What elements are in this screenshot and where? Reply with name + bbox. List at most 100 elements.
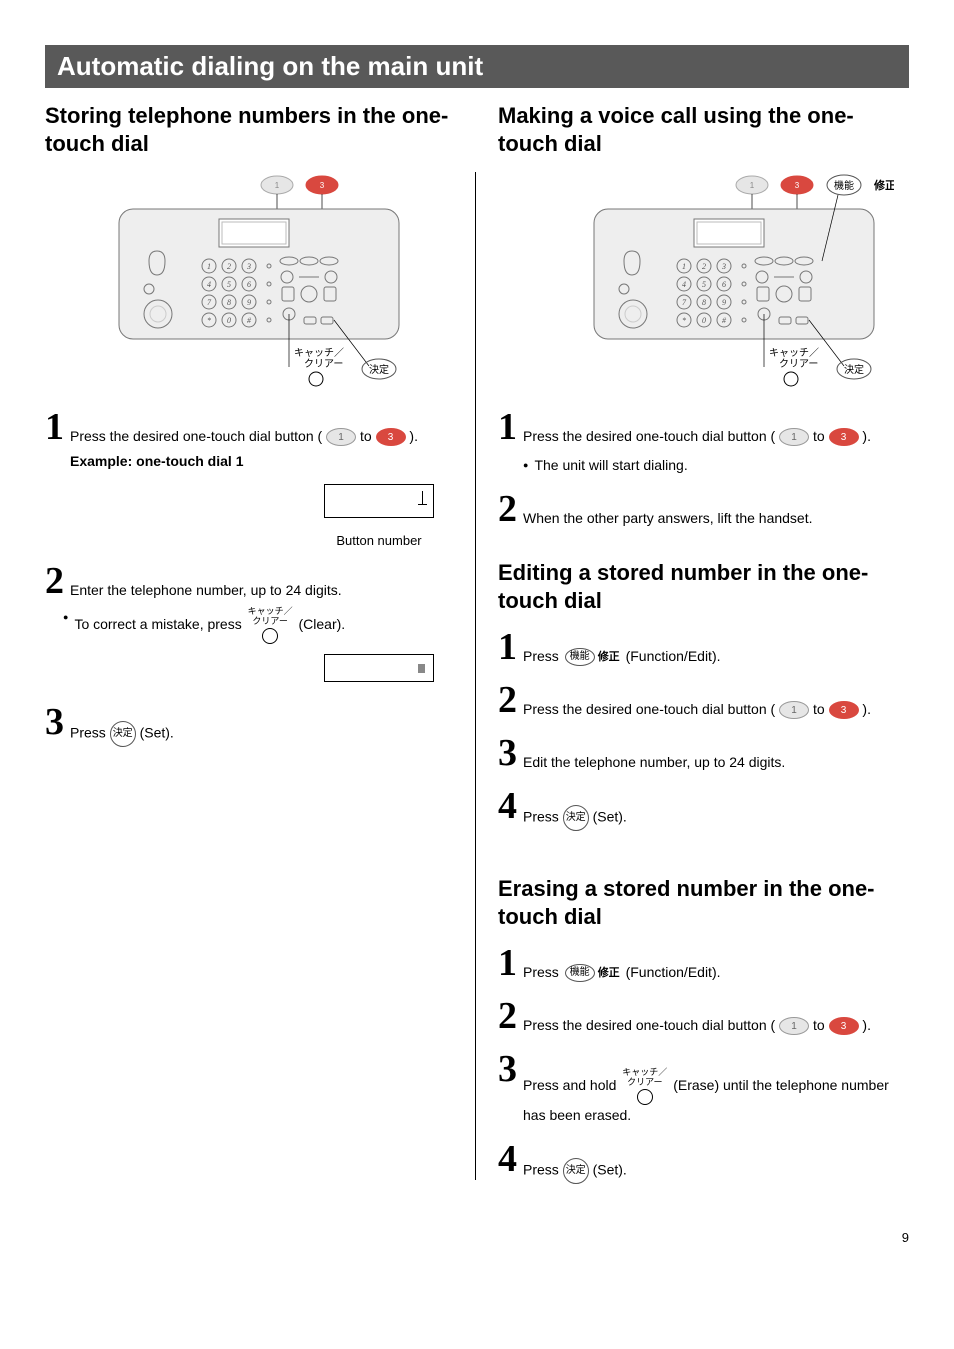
clear-button-icon: キャッチ／クリアー [248, 607, 293, 644]
left-step-2: 2 Enter the telephone number, up to 24 d… [45, 562, 453, 601]
svg-text:9: 9 [722, 298, 726, 307]
otd-1-icon: 1 [779, 1017, 809, 1035]
otd-3-icon: 3 [376, 428, 406, 446]
svg-text:5: 5 [227, 280, 231, 289]
right-column: Making a voice call using the one-touch … [476, 102, 909, 1190]
svg-text:1: 1 [275, 181, 280, 190]
svg-text:決定: 決定 [369, 363, 389, 376]
svg-text:キャッチ／: キャッチ／ [769, 347, 819, 359]
erasing-step1-press: Press [523, 964, 559, 980]
set-label: (Set). [593, 1161, 627, 1177]
editing-step4-press: Press [523, 809, 559, 825]
display-illustration-1: Button number [305, 478, 453, 548]
left-step2-text: Enter the telephone number, up to 24 dig… [70, 562, 453, 601]
erasing-step-3: 3 Press and hold キャッチ／クリアー (Erase) until… [498, 1050, 909, 1126]
left-column: Storing telephone numbers in the one-tou… [45, 102, 475, 1190]
to-label: to [360, 428, 372, 444]
left-step3-press: Press [70, 724, 106, 740]
making-step2-text: When the other party answers, lift the h… [523, 490, 909, 529]
editing-step-4: 4 Press 決定 (Set). [498, 787, 909, 831]
editing-title: Editing a stored number in the one-touch… [498, 559, 909, 614]
svg-text:クリアー: クリアー [304, 358, 343, 370]
svg-text:機能: 機能 [834, 179, 854, 192]
step-number-3: 3 [498, 1050, 517, 1088]
step-number-4: 4 [498, 1140, 517, 1178]
erasing-step3-press: Press and hold [523, 1077, 616, 1093]
function-edit-icon: 機能 修正 [827, 175, 894, 195]
unit-illustration-right: 1 3 機能 修正 [498, 169, 909, 394]
svg-text:*: * [682, 316, 686, 325]
erasing-step-1: 1 Press 機能修正 (Function/Edit). [498, 944, 909, 983]
step-number-2: 2 [45, 562, 64, 600]
set-label: (Set). [140, 724, 174, 740]
svg-text:8: 8 [227, 298, 231, 307]
correct-mistake-bullet: To correct a mistake, press キャッチ／クリアー (C… [63, 607, 453, 644]
making-step1-text: Press the desired one-touch dial button … [523, 428, 775, 444]
svg-text:6: 6 [722, 280, 726, 289]
step-number-4: 4 [498, 787, 517, 825]
editing-step2-close: ). [862, 701, 871, 717]
erasing-step4-press: Press [523, 1161, 559, 1177]
svg-text:3: 3 [246, 262, 251, 271]
svg-text:1: 1 [749, 181, 754, 190]
content-columns: Storing telephone numbers in the one-tou… [45, 102, 909, 1190]
left-step-1: 1 Press the desired one-touch dial butto… [45, 408, 453, 472]
editing-step-3: 3 Edit the telephone number, up to 24 di… [498, 734, 909, 773]
function-edit-label: (Function/Edit). [626, 648, 721, 664]
svg-text:0: 0 [227, 316, 231, 325]
step-number-1: 1 [498, 628, 517, 666]
set-button-icon: 決定 [563, 805, 589, 831]
otd-1-icon: 1 [779, 701, 809, 719]
svg-text:1: 1 [207, 262, 211, 271]
erasing-step-4: 4 Press 決定 (Set). [498, 1140, 909, 1184]
function-edit-button-icon: 機能修正 [565, 964, 620, 982]
svg-text:0: 0 [702, 316, 706, 325]
svg-text:4: 4 [682, 280, 686, 289]
step-number-1: 1 [45, 408, 64, 446]
svg-text:8: 8 [702, 298, 706, 307]
making-bullet: The unit will start dialing. [534, 455, 687, 476]
svg-text:3: 3 [320, 181, 325, 190]
otd-3-icon: 3 [829, 428, 859, 446]
left-title: Storing telephone numbers in the one-tou… [45, 102, 453, 157]
step-number-3: 3 [498, 734, 517, 772]
page-header: Automatic dialing on the main unit [45, 45, 909, 88]
left-step1-close: ). [409, 428, 418, 444]
svg-text:1: 1 [682, 262, 686, 271]
function-edit-button-icon: 機能修正 [565, 648, 620, 666]
editing-step2-text: Press the desired one-touch dial button … [523, 701, 775, 717]
to-label: to [813, 428, 825, 444]
unit-illustration-left: 1 3 1 [45, 169, 453, 394]
erasing-step2-close: ). [862, 1017, 871, 1033]
svg-text:2: 2 [227, 262, 231, 271]
svg-text:2: 2 [702, 262, 706, 271]
svg-text:4: 4 [207, 280, 211, 289]
otd-1-icon: 1 [779, 428, 809, 446]
otd-1-icon: 1 [326, 428, 356, 446]
erasing-step2-text: Press the desired one-touch dial button … [523, 1017, 775, 1033]
correct-text: To correct a mistake, press [74, 616, 241, 632]
step-number-2: 2 [498, 681, 517, 719]
making-step1-close: ). [862, 428, 871, 444]
set-button-icon: 決定 [563, 1158, 589, 1184]
step-number-3: 3 [45, 703, 64, 741]
button-number-caption: Button number [305, 533, 453, 548]
example-label: Example: one-touch dial 1 [70, 453, 243, 469]
step-number-2: 2 [498, 490, 517, 528]
clear-label: (Clear). [299, 616, 346, 632]
editing-step3-text: Edit the telephone number, up to 24 digi… [523, 734, 909, 773]
making-title: Making a voice call using the one-touch … [498, 102, 909, 157]
display-illustration-2 [305, 648, 453, 689]
svg-text:3: 3 [721, 262, 726, 271]
left-step1-text: Press the desired one-touch dial button … [70, 428, 322, 444]
clear-erase-button-icon: キャッチ／クリアー [622, 1068, 667, 1105]
svg-text:クリアー: クリアー [779, 358, 818, 370]
erasing-step-2: 2 Press the desired one-touch dial butto… [498, 997, 909, 1036]
editing-step-2: 2 Press the desired one-touch dial butto… [498, 681, 909, 720]
svg-text:3: 3 [794, 181, 799, 190]
step-number-1: 1 [498, 944, 517, 982]
page-number: 9 [45, 1230, 909, 1245]
step-number-1: 1 [498, 408, 517, 446]
otd-3-icon: 3 [829, 1017, 859, 1035]
left-step-3: 3 Press 決定 (Set). [45, 703, 453, 747]
